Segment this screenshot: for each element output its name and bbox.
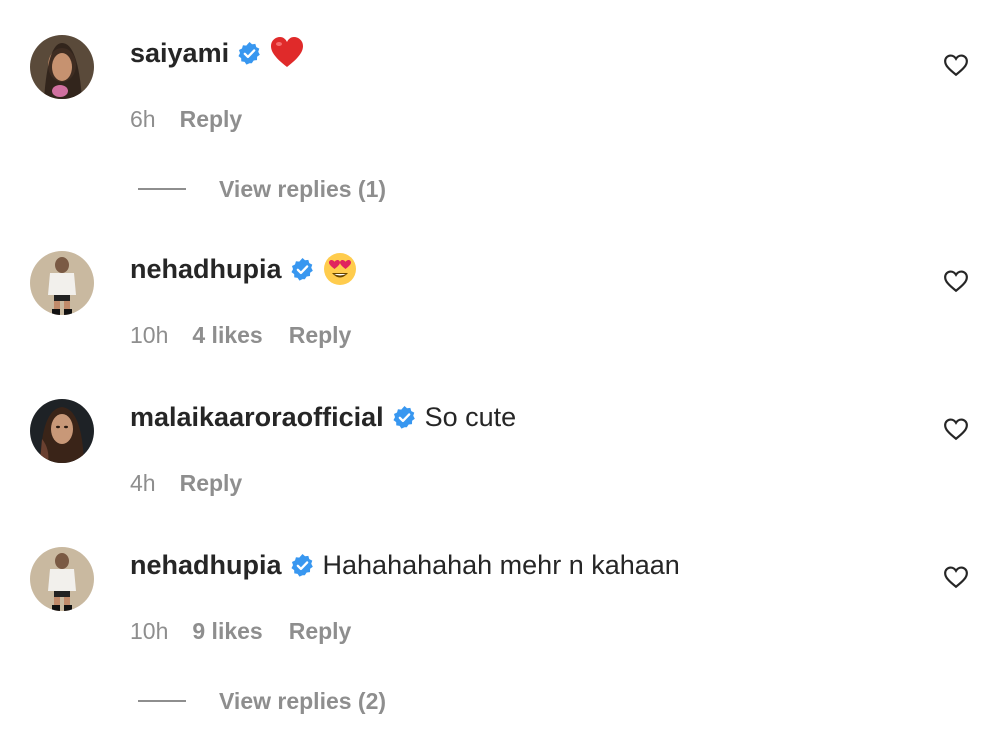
verified-badge-icon (392, 405, 417, 430)
avatar[interactable] (30, 547, 94, 611)
comment-meta: 6h Reply (130, 104, 242, 134)
like-heart-icon[interactable] (943, 268, 969, 294)
divider (138, 188, 186, 190)
avatar[interactable] (30, 399, 94, 463)
comment-header: malaikaaroraofficial So cute (130, 397, 516, 437)
reply-button[interactable]: Reply (180, 470, 243, 497)
divider (138, 700, 186, 702)
comment-text: So cute (424, 401, 517, 432)
comment-header: nehadhupia (130, 249, 357, 289)
view-replies-label: View replies (1) (219, 175, 387, 202)
view-replies-button[interactable]: View replies (2) (138, 686, 386, 716)
avatar[interactable] (30, 251, 94, 315)
red-heart-emoji-icon (270, 36, 304, 70)
timestamp[interactable]: 10h (130, 618, 168, 645)
username[interactable]: malaikaaroraofficial (130, 402, 384, 433)
likes-count[interactable]: 4 likes (192, 322, 262, 349)
reply-button[interactable]: Reply (289, 322, 352, 349)
like-heart-icon[interactable] (943, 52, 969, 78)
comment-text: Hahahahahah mehr n kahaan (322, 549, 680, 580)
comment-meta: 4h Reply (130, 468, 242, 498)
username[interactable]: saiyami (130, 38, 229, 69)
view-replies-button[interactable]: View replies (1) (138, 174, 386, 204)
verified-badge-icon (290, 257, 315, 282)
timestamp[interactable]: 10h (130, 322, 168, 349)
view-replies-label: View replies (2) (219, 687, 387, 714)
comment-meta: 10h 9 likes Reply (130, 616, 351, 646)
reply-button[interactable]: Reply (289, 618, 352, 645)
verified-badge-icon (290, 553, 315, 578)
heart-eyes-emoji-icon (323, 252, 357, 286)
reply-button[interactable]: Reply (180, 106, 243, 133)
likes-count[interactable]: 9 likes (192, 618, 262, 645)
timestamp[interactable]: 4h (130, 470, 156, 497)
comment-meta: 10h 4 likes Reply (130, 320, 351, 350)
like-heart-icon[interactable] (943, 564, 969, 590)
comment-header: saiyami (130, 33, 304, 73)
username[interactable]: nehadhupia (130, 254, 282, 285)
avatar[interactable] (30, 35, 94, 99)
verified-badge-icon (237, 41, 262, 66)
username[interactable]: nehadhupia (130, 550, 282, 581)
timestamp[interactable]: 6h (130, 106, 156, 133)
like-heart-icon[interactable] (943, 416, 969, 442)
comment-header: nehadhupia Hahahahahah mehr n kahaan (130, 545, 680, 585)
